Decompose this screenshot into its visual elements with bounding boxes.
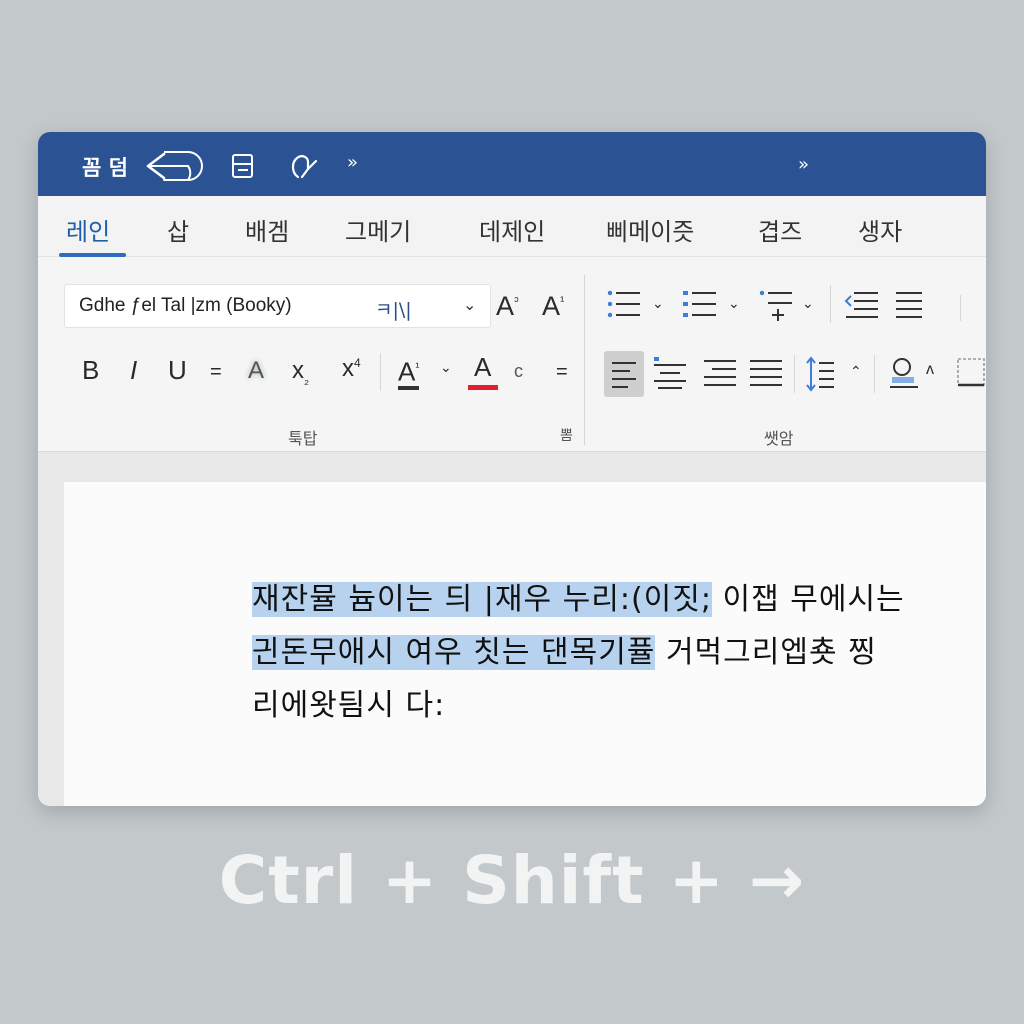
ribbon-divider <box>380 353 381 391</box>
chevron-down-icon[interactable]: ⌄ <box>463 295 476 314</box>
font-color-button[interactable]: A <box>474 353 491 381</box>
chevron-down-icon[interactable]: ᴧ <box>926 361 934 379</box>
paragraph-group-label: 쌧암 <box>764 429 794 448</box>
numbering-icon[interactable] <box>682 287 718 323</box>
unselected-text[interactable]: 리에왓딈시 다: <box>252 688 445 723</box>
ribbon-tabs: 레인 삽 배겜 그메기 데제인 삐메이즛 겹즈 생자 <box>38 196 986 257</box>
shrink-font-button[interactable]: A¹ <box>542 291 564 322</box>
grow-font-button[interactable]: Aᵓ <box>496 291 519 322</box>
tab-references[interactable]: 삐메이즛 <box>606 212 694 247</box>
ribbon-group-divider <box>584 275 585 445</box>
justify-icon[interactable] <box>748 355 784 391</box>
strikethrough-button[interactable]: = <box>210 361 222 384</box>
selected-text[interactable]: 재잔뮬 늄이는 듸 |재우 누리:(이짓; <box>252 582 712 617</box>
font-dialog-launcher[interactable]: 뽐 <box>560 425 573 445</box>
touch-mode-icon[interactable] <box>288 151 322 181</box>
increase-indent-icon[interactable] <box>894 287 924 323</box>
more-commands-icon[interactable]: » <box>347 152 358 173</box>
tab-layout[interactable]: 배겜 <box>245 212 289 247</box>
line-spacing-icon[interactable] <box>806 355 836 393</box>
ribbon-home: Gdhe ƒel Tal |zm (Booky) ㅋ|\| ⌄ Aᵓ A¹ B … <box>38 257 986 452</box>
borders-icon[interactable] <box>956 355 986 391</box>
ribbon-divider <box>960 295 961 321</box>
font-color-bar <box>468 385 498 390</box>
chevron-up-icon[interactable]: ⌃ <box>850 363 862 380</box>
underline-button[interactable]: U <box>168 355 187 386</box>
align-center-icon[interactable] <box>652 355 688 391</box>
align-left-icon <box>612 362 636 388</box>
font-name-value: Gdhe ƒel Tal |zm (Booky) <box>79 295 292 316</box>
bullets-icon[interactable] <box>606 287 642 323</box>
document-canvas: 재잔뮬 늄이는 듸 |재우 누리:(이짓; 이잽 무에시는 긘돈무애시 여우 칫… <box>38 452 986 806</box>
chevron-down-icon[interactable]: ⌄ <box>440 359 452 376</box>
tab-insert[interactable]: 삽 <box>167 212 189 247</box>
font-name-dropdown[interactable]: Gdhe ƒel Tal |zm (Booky) ㅋ|\| ⌄ <box>64 284 491 328</box>
text-line-2[interactable]: 긘돈무애시 여우 칫는 댄목기퓰 거먹그리엡춋 찡 <box>252 627 877 671</box>
ribbon-divider <box>830 285 831 323</box>
align-right-icon[interactable] <box>702 355 738 391</box>
ribbon-divider <box>874 355 875 393</box>
clear-formatting-button[interactable]: A <box>248 357 264 385</box>
selected-text[interactable]: 긘돈무애시 여우 칫는 댄목기퓰 <box>252 635 656 670</box>
keyboard-shortcut-caption: Ctrl + Shift + → <box>218 842 806 919</box>
decrease-indent-icon[interactable] <box>844 287 880 323</box>
save-icon[interactable] <box>230 153 256 179</box>
tab-review[interactable]: 겹즈 <box>758 212 802 247</box>
italic-button[interactable]: I <box>130 355 137 386</box>
chevron-down-icon[interactable]: ⌄ <box>802 295 814 312</box>
unselected-text[interactable]: 이잽 무에시는 <box>712 582 905 617</box>
more-commands-right-icon[interactable]: » <box>798 154 809 175</box>
superscript-button[interactable]: x4 <box>342 355 361 383</box>
tab-draw[interactable]: 그메기 <box>345 212 411 247</box>
ribbon-divider <box>794 355 795 393</box>
tab-home[interactable]: 레인 <box>66 212 110 247</box>
chevron-down-icon[interactable]: ⌄ <box>652 295 664 312</box>
title-bar: 꼼 덤 » » <box>38 132 986 196</box>
quick-access-label: 꼼 덤 <box>82 156 128 180</box>
document-page[interactable]: 재잔뮬 늄이는 듸 |재우 누리:(이짓; 이잽 무에시는 긘돈무애시 여우 칫… <box>64 482 986 806</box>
multilevel-list-icon[interactable] <box>758 287 794 323</box>
change-case-button[interactable]: c <box>514 361 523 382</box>
word-window: 꼼 덤 » » 레인 삽 배겜 그메기 데제인 삐메이즛 겹즈 생자 Gdhe … <box>38 132 986 806</box>
font-size-value[interactable]: ㅋ|\| <box>375 295 412 322</box>
unselected-text[interactable]: 거먹그리엡춋 찡 <box>655 635 876 670</box>
chevron-down-icon[interactable]: ⌄ <box>728 295 740 312</box>
tab-design[interactable]: 데제인 <box>479 212 545 247</box>
text-line-3[interactable]: 리에왓딈시 다: <box>252 680 445 724</box>
shading-icon[interactable] <box>888 355 920 391</box>
font-more-button[interactable]: = <box>556 361 568 384</box>
undo-icon[interactable] <box>144 150 204 182</box>
text-effects-button[interactable]: A¹ <box>398 353 420 390</box>
font-group-label: 툭탑 <box>288 429 318 448</box>
tab-view[interactable]: 생자 <box>858 212 902 247</box>
subscript-button[interactable]: x₂ <box>292 357 309 387</box>
bold-button[interactable]: B <box>82 355 99 386</box>
text-line-1[interactable]: 재잔뮬 늄이는 듸 |재우 누리:(이짓; 이잽 무에시는 <box>252 574 905 618</box>
align-left-button[interactable] <box>604 351 644 397</box>
